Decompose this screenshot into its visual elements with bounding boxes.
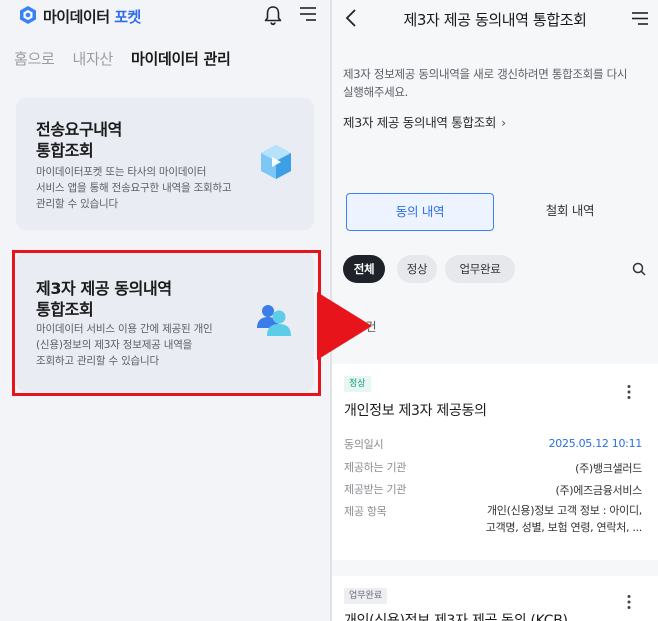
card-title-line: 통합조회 — [36, 141, 94, 160]
third-party-consent-card[interactable]: 제3자 제공 동의내역 통합조회 마이데이터 서비스 이용 간에 제공된 개인 … — [16, 252, 314, 392]
status-badge: 업무완료 — [344, 588, 388, 604]
brand-main: 마이데이터 — [43, 8, 110, 26]
filter-completed-chip[interactable]: 업무완료 — [445, 255, 515, 283]
app-header: 마이데이터 포켓 — [0, 0, 330, 34]
provided-items-label: 제공 항목 — [344, 505, 387, 518]
consent-title: 개인(신용)정보 제3자 제공 동의 (KCB) — [344, 613, 568, 621]
tab-consent-history[interactable]: 동의 내역 — [346, 193, 494, 231]
card-title-line: 통합조회 — [36, 300, 94, 319]
page-title: 제3자 제공 동의내역 통합조회 — [403, 11, 587, 29]
card-description: 마이데이터 서비스 이용 간에 제공된 개인 (신용)정보의 제3자 정보제공 … — [36, 321, 256, 369]
notice-line: 실행해주세요. — [343, 85, 409, 99]
brand-accent: 포켓 — [114, 8, 141, 26]
card-desc-line: 마이데이터 서비스 이용 간에 제공된 개인 — [36, 323, 213, 335]
provided-items-line: 개인(신용)정보 고객 정보 : 아이디, — [486, 504, 642, 517]
card-title-line: 전송요구내역 — [36, 120, 122, 139]
card-desc-line: (신용)정보의 제3자 정보제공 내역을 — [36, 339, 193, 351]
search-icon[interactable] — [632, 262, 646, 276]
status-filter-chips: 전체 정상 업무완료 — [343, 255, 648, 283]
menu-icon[interactable] — [631, 11, 649, 26]
chevron-right-icon: › — [501, 115, 506, 130]
mydata-management-screen: 마이데이터 포켓 홈으로 내자산 마이데이터 관리 전송요구내역 통합조회 마이… — [0, 0, 330, 621]
card-desc-line: 관리할 수 있습니다 — [36, 198, 118, 210]
more-options-icon[interactable] — [624, 384, 634, 400]
card-desc-line: 서비스 앱을 통해 전송요구한 내역을 조회하고 — [36, 182, 232, 194]
card-title: 전송요구내역 통합조회 — [36, 119, 122, 161]
top-nav-tabs: 홈으로 내자산 마이데이터 관리 — [14, 48, 248, 69]
card-title-line: 제3자 제공 동의내역 — [36, 279, 172, 298]
page-header: 제3자 제공 동의내역 통합조회 — [332, 0, 658, 38]
tab-withdrawal-history[interactable]: 철회 내역 — [496, 193, 644, 231]
notice-line: 제3자 정보제공 동의내역을 새로 갱신하려면 통합조회를 다시 — [343, 67, 628, 81]
tab-mydata-management[interactable]: 마이데이터 관리 — [131, 48, 231, 69]
provided-items-value: 개인(신용)정보 고객 정보 : 아이디, 고객명, 성별, 보험 연령, 연락… — [472, 502, 643, 536]
consent-list-item[interactable]: 정상 개인정보 제3자 제공동의 동의일시 2025.05.12 10:11 제… — [332, 364, 658, 560]
bell-icon[interactable] — [262, 4, 284, 26]
more-options-icon[interactable] — [624, 594, 634, 610]
refresh-notice: 제3자 정보제공 동의내역을 새로 갱신하려면 통합조회를 다시 실행해주세요. — [343, 65, 648, 101]
consent-date-value: 2025.05.12 10:11 — [548, 437, 643, 450]
card-title: 제3자 제공 동의내역 통합조회 — [36, 278, 172, 320]
consent-date-label: 동의일시 — [344, 438, 384, 451]
app-brand: 마이데이터 포켓 — [43, 6, 141, 27]
consent-list-item[interactable]: 업무완료 개인(신용)정보 제3자 제공 동의 (KCB) — [332, 576, 658, 621]
history-segmented-control: 동의 내역 철회 내역 — [346, 193, 644, 231]
filter-normal-chip[interactable]: 정상 — [397, 255, 437, 283]
run-integrated-query-link[interactable]: 제3자 제공 동의내역 통합조회 › — [343, 112, 506, 131]
arrow-right-icon — [317, 292, 372, 360]
link-label: 제3자 제공 동의내역 통합조회 — [343, 115, 497, 130]
users-icon — [257, 305, 291, 336]
tab-home[interactable]: 홈으로 — [14, 48, 55, 69]
provider-org-label: 제공하는 기관 — [344, 461, 407, 474]
mydata-logo-icon — [20, 6, 36, 24]
card-description: 마이데이터포켓 또는 타사의 마이데이터 서비스 앱을 통해 전송요구한 내역을… — [36, 164, 256, 212]
consent-title: 개인정보 제3자 제공동의 — [344, 403, 487, 419]
tab-my-assets[interactable]: 내자산 — [73, 48, 114, 69]
menu-icon[interactable] — [299, 6, 317, 22]
data-cube-icon — [261, 145, 291, 179]
filter-all-chip[interactable]: 전체 — [343, 255, 385, 283]
transfer-request-history-card[interactable]: 전송요구내역 통합조회 마이데이터포켓 또는 타사의 마이데이터 서비스 앱을 … — [16, 98, 314, 230]
recipient-org-label: 제공받는 기관 — [344, 483, 407, 496]
card-desc-line: 조회하고 관리할 수 있습니다 — [36, 355, 159, 367]
card-desc-line: 마이데이터포켓 또는 타사의 마이데이터 — [36, 166, 207, 178]
recipient-org-value: (주)에즈금융서비스 — [555, 484, 642, 497]
status-badge: 정상 — [344, 376, 371, 392]
provider-org-value: (주)뱅크샐러드 — [575, 462, 642, 475]
consent-history-screen: 제3자 제공 동의내역 통합조회 제3자 정보제공 동의내역을 새로 갱신하려면… — [332, 0, 658, 621]
provided-items-line: 고객명, 성별, 보험 연령, 연락처, ... — [485, 521, 643, 534]
